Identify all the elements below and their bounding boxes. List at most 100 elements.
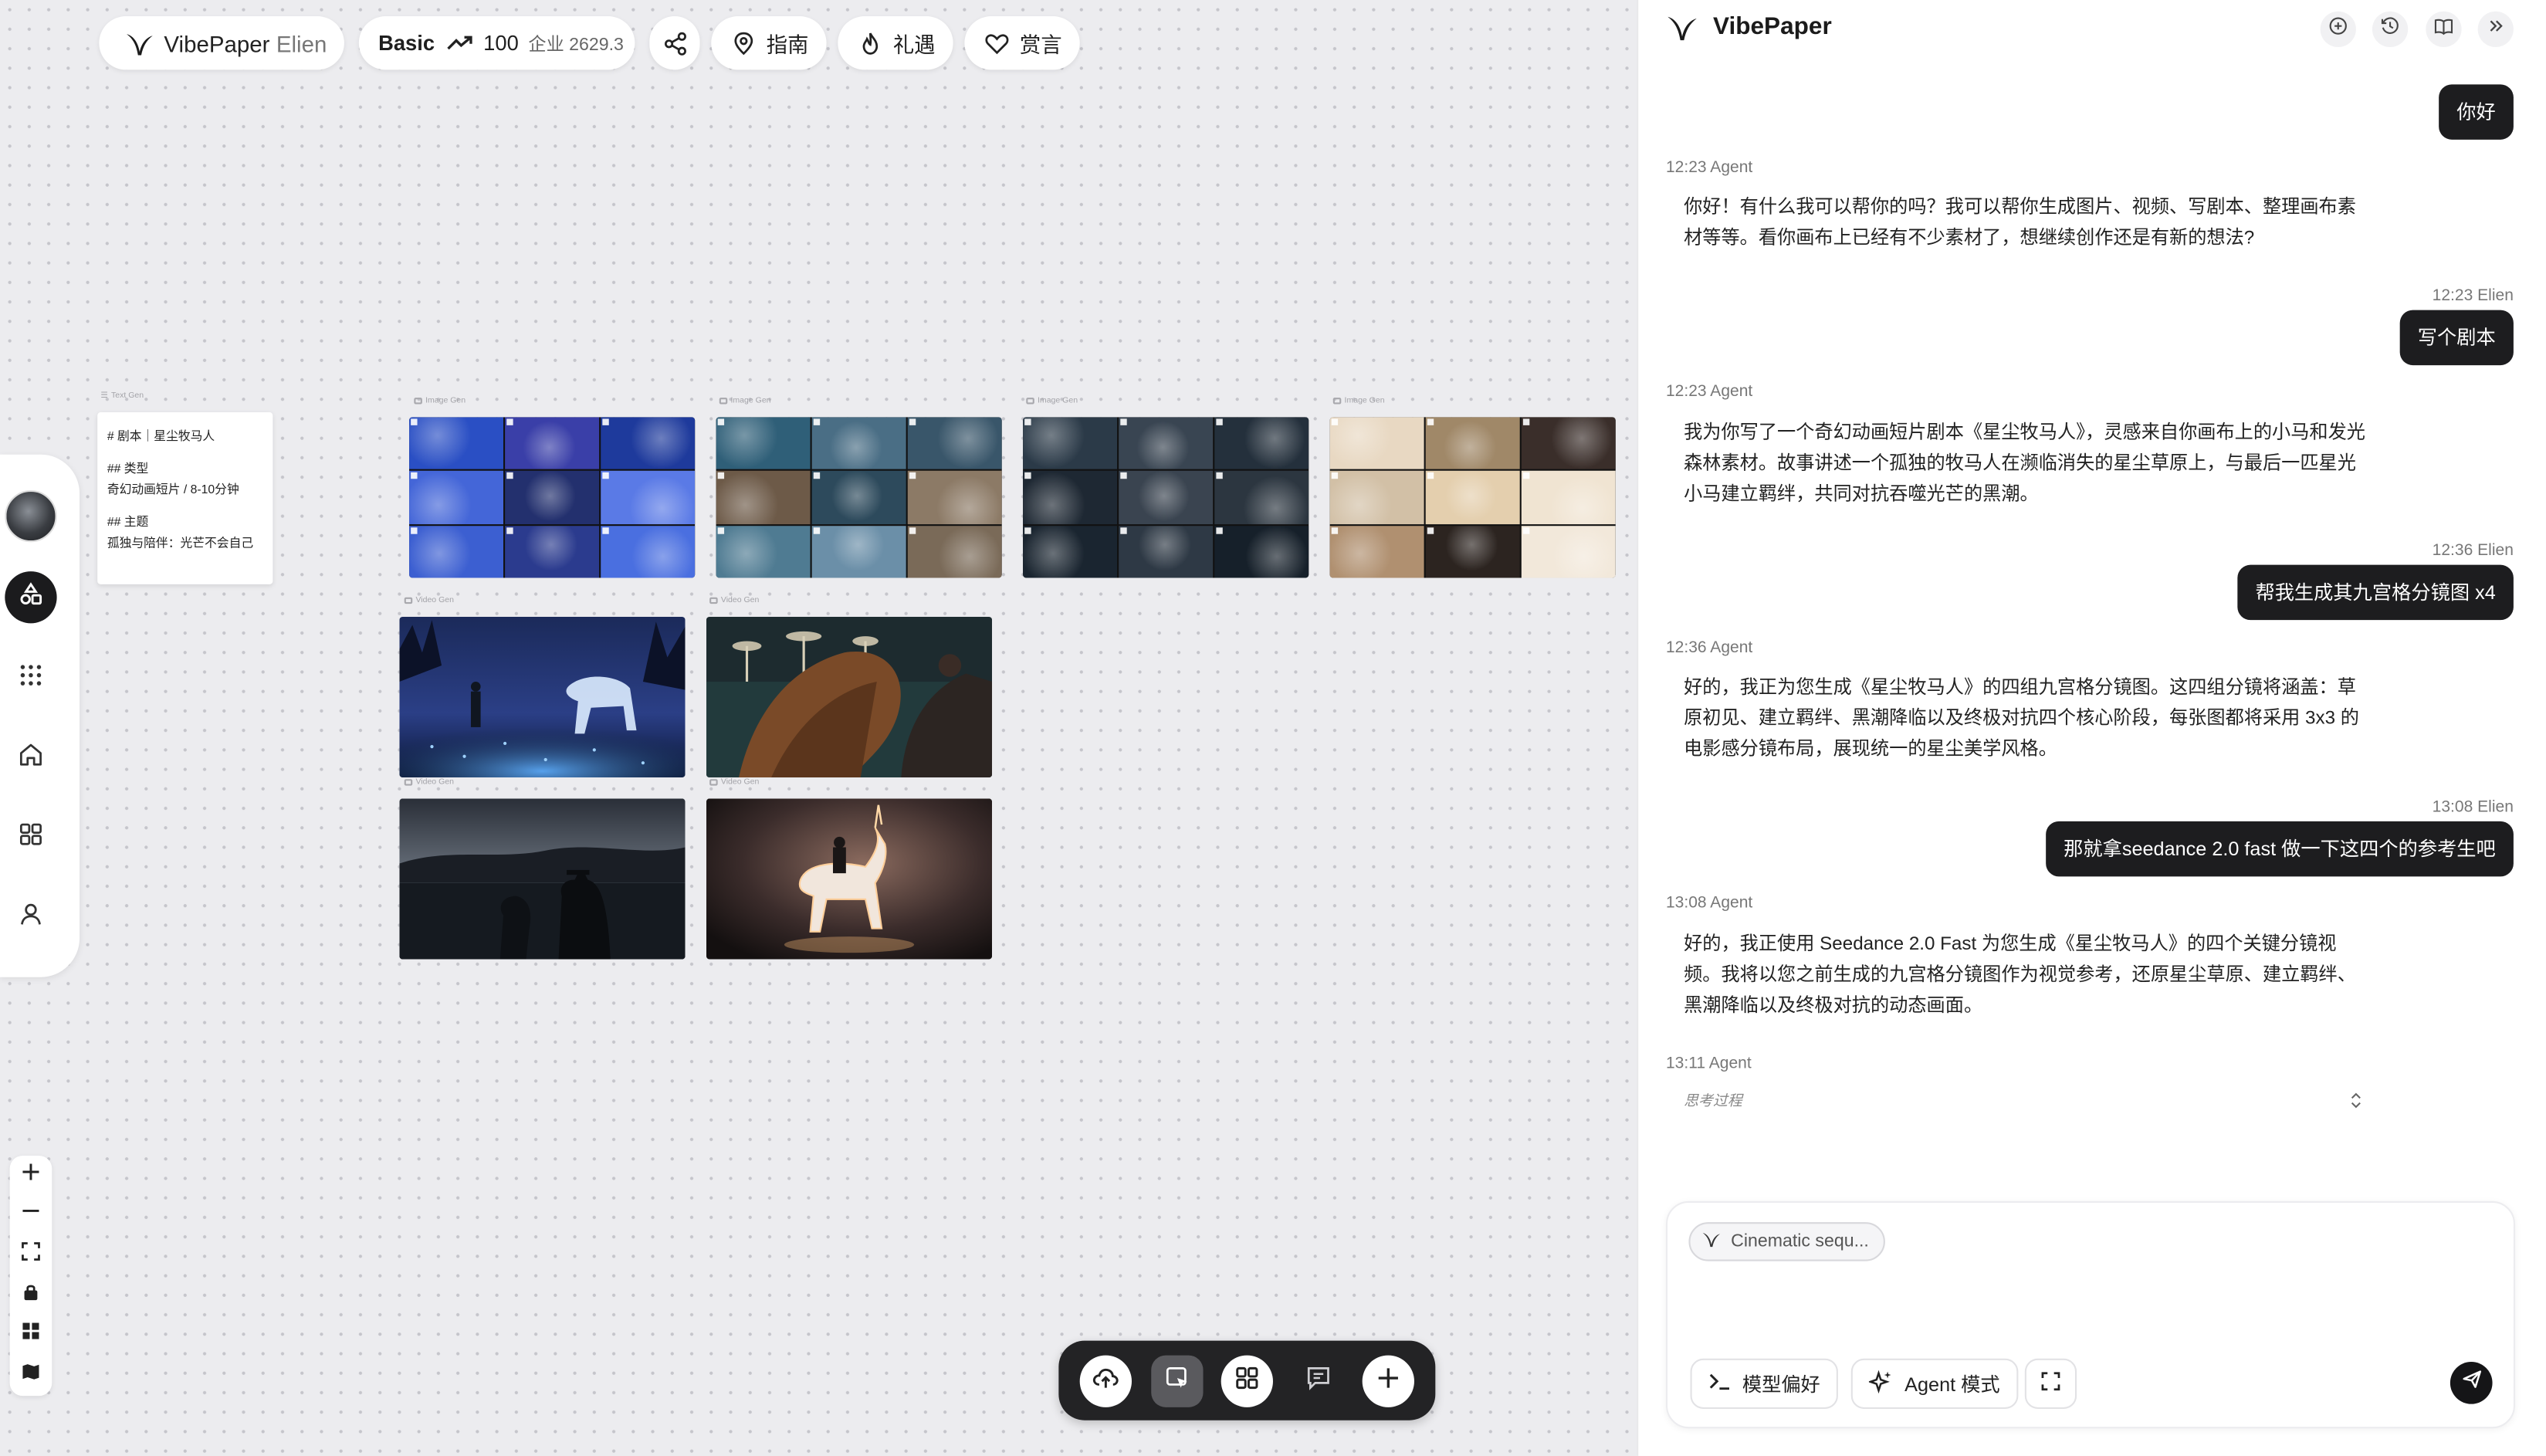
home-button[interactable]	[5, 732, 56, 784]
library-button[interactable]	[2426, 11, 2462, 47]
user-message: 那就拿seedance 2.0 fast 做一下这四个的参考生吧	[2045, 821, 2514, 877]
chevron-up-down-icon[interactable]	[2348, 1089, 2364, 1119]
terminal-icon	[1708, 1372, 1731, 1397]
dashboard-button[interactable]	[5, 811, 56, 863]
storyboard-panel	[505, 471, 600, 524]
chat-title: VibePaper	[1712, 12, 1832, 41]
panel-number-tag	[411, 527, 418, 533]
comment-button[interactable]	[1292, 1356, 1344, 1407]
grid-view-button[interactable]	[10, 1315, 52, 1353]
history-button[interactable]	[2372, 11, 2409, 47]
share-button[interactable]	[649, 16, 700, 70]
layout-button[interactable]	[1221, 1355, 1273, 1407]
gift-button[interactable]: 礼遇	[838, 16, 953, 70]
chevron-double-right-icon	[2486, 15, 2505, 44]
fit-icon	[21, 1240, 40, 1269]
avatar[interactable]	[5, 489, 57, 543]
gift-label: 礼遇	[892, 32, 936, 57]
profile-button[interactable]	[5, 891, 56, 943]
storyboard-panel	[1329, 471, 1424, 524]
storyboard-panel	[907, 525, 1002, 578]
send-button[interactable]	[2450, 1361, 2493, 1404]
storyboard-image-3[interactable]	[1023, 417, 1309, 578]
panel-number-tag	[1427, 527, 1434, 533]
lock-button[interactable]	[10, 1276, 52, 1315]
upload-button[interactable]	[1079, 1355, 1132, 1407]
message-timestamp: 12:36 Elien	[2432, 542, 2514, 560]
agent-mode-button[interactable]: Agent 模式	[1850, 1358, 2018, 1409]
script-line: 孤独与陪伴：光芒不会自己	[107, 535, 254, 550]
message-composer[interactable]: Cinematic sequ... 模型偏好 Agent 模式	[1665, 1200, 2516, 1429]
panel-number-tag	[813, 418, 821, 425]
video-thumbnail-2[interactable]	[706, 616, 993, 778]
model-preference-label: 模型偏好	[1742, 1373, 1820, 1397]
storyboard-image-2[interactable]	[716, 417, 1002, 578]
minus-icon	[21, 1200, 40, 1229]
grid-icon	[21, 1319, 40, 1349]
video-thumbnail-4[interactable]	[706, 798, 993, 960]
comment-icon	[1305, 1364, 1332, 1398]
logo-icon	[1666, 13, 1698, 50]
panel-number-tag	[1024, 418, 1031, 425]
zoom-in-button[interactable]	[10, 1156, 52, 1194]
storyboard-panel	[505, 525, 600, 578]
left-toolbar	[0, 454, 80, 977]
video-thumbnail-3[interactable]	[399, 798, 686, 960]
thinking-process-toggle[interactable]: 思考过程	[1684, 1089, 1742, 1110]
agent-message: 我为你写了一个奇幻动画短片剧本《星尘牧马人》，灵感来自你画布上的小马和发光森林素…	[1684, 423, 2365, 505]
message-timestamp: 13:08 Agent	[1665, 894, 1753, 913]
image-node-label: Image Gen	[1026, 396, 1078, 406]
message-timestamp: 12:23 Agent	[1665, 383, 1753, 401]
guide-label: 指南	[766, 32, 809, 57]
storyboard-image-1[interactable]	[409, 417, 696, 578]
panel-number-tag	[1331, 472, 1339, 479]
plan-credits[interactable]: Basic 100 企业 2629.3	[358, 16, 635, 70]
video-node-label: Video Gen	[709, 777, 759, 787]
message-timestamp: 12:36 Agent	[1665, 639, 1753, 658]
fit-screen-button[interactable]	[10, 1235, 52, 1274]
user-message: 帮我生成其九宫格分镜图 x4	[2237, 564, 2514, 621]
panel-number-tag	[1331, 418, 1339, 425]
image-node-label: Image Gen	[414, 396, 466, 406]
panel-number-tag	[909, 472, 916, 479]
shapes-tool-button[interactable]	[5, 571, 57, 624]
send-icon	[2461, 1368, 2482, 1397]
add-button[interactable]	[1362, 1355, 1414, 1407]
storyboard-image-4[interactable]	[1329, 417, 1616, 578]
panel-number-tag	[1427, 472, 1434, 479]
expand-composer-button[interactable]	[2024, 1358, 2077, 1409]
storyboard-panel	[1425, 417, 1520, 470]
text-gen-icon: ☰	[100, 391, 108, 401]
brand-menu[interactable]: VibePaper Elien	[99, 16, 344, 70]
map-button[interactable]	[10, 1356, 52, 1394]
storyboard-panel	[409, 525, 504, 578]
tip-button[interactable]: 赏言	[964, 16, 1080, 70]
image-node-label: Image Gen	[1332, 396, 1385, 406]
video-node-label: Video Gen	[404, 596, 454, 605]
apps-grid-button[interactable]	[5, 652, 56, 704]
lock-icon	[21, 1281, 40, 1310]
user-message: 你好	[2439, 84, 2514, 140]
script-text-node[interactable]: # 剧本｜星尘牧马人 ## 类型 奇幻动画短片 / 8-10分钟 ## 主题 孤…	[97, 412, 273, 584]
canvas[interactable]: VibePaper Elien Basic 100 企业 2629.3 指南 礼…	[0, 0, 1637, 1456]
panel-number-tag	[717, 472, 725, 479]
guide-button[interactable]: 指南	[711, 16, 827, 70]
panel-number-tag	[1216, 527, 1223, 533]
cursor-select-icon	[1164, 1364, 1190, 1398]
storyboard-panel	[716, 471, 811, 524]
new-chat-button[interactable]	[2320, 11, 2356, 47]
model-preference-button[interactable]: 模型偏好	[1690, 1358, 1838, 1409]
panel-number-tag	[1120, 472, 1127, 479]
storyboard-panel	[716, 525, 811, 578]
video-node-label: Video Gen	[404, 777, 454, 787]
video-thumbnail-1[interactable]	[399, 616, 686, 778]
select-tool-button[interactable]	[1151, 1355, 1204, 1407]
panel-number-tag	[506, 527, 513, 533]
zoom-out-button[interactable]	[10, 1194, 52, 1233]
panel-number-tag	[1522, 527, 1530, 533]
sparkles-icon	[1867, 1369, 1894, 1398]
attachment-chip[interactable]: Cinematic sequ...	[1688, 1222, 1885, 1261]
collapse-panel-button[interactable]	[2477, 11, 2514, 47]
panel-number-tag	[602, 527, 609, 533]
message-timestamp: 12:23 Agent	[1665, 159, 1753, 178]
